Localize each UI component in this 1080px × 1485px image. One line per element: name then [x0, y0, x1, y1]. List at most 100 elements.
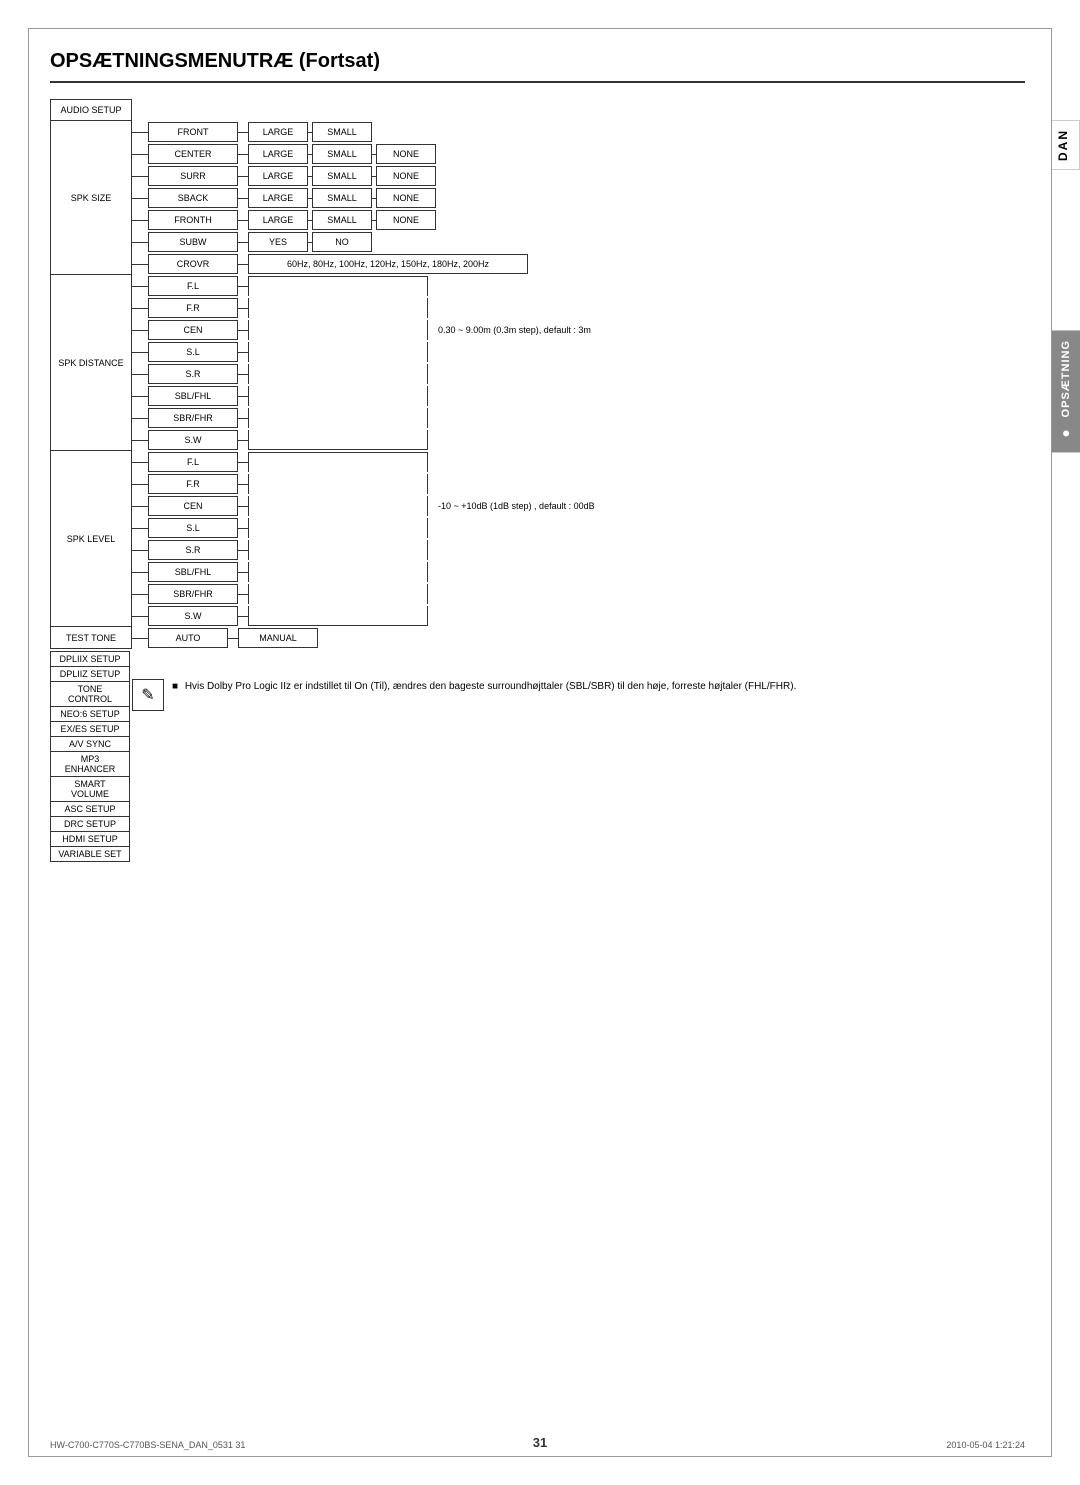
- connector-h2: [238, 286, 248, 287]
- spk-level-sbrfhr-box: SBR/FHR: [148, 584, 238, 604]
- connector-h2: [238, 418, 248, 419]
- spk-center-small: SMALL: [312, 144, 372, 164]
- note-text-line1: ■ Hvis Dolby Pro Logic IIz er indstillet…: [172, 679, 796, 695]
- spk-distance-label: SPK DISTANCE: [50, 275, 132, 451]
- spk-center-large: LARGE: [248, 144, 308, 164]
- connector-h2: [238, 506, 248, 507]
- spk-dist-sblfhl-box: SBL/FHL: [148, 386, 238, 406]
- sidebar-item-hdmi: HDMI SETUP: [50, 832, 130, 847]
- spk-sback-large: LARGE: [248, 188, 308, 208]
- connector-h2: [238, 616, 248, 617]
- spk-size-surr-row: SURR LARGE SMALL NONE: [132, 165, 1025, 187]
- left-sidebar: AUDIO SETUP SPK SIZE SPK DISTANCE SPK LE…: [50, 99, 132, 862]
- spk-level-label: SPK LEVEL: [50, 451, 132, 627]
- connector-h: [238, 154, 248, 155]
- connector-h2: [238, 528, 248, 529]
- footer-right: 2010-05-04 1:21:24: [946, 1440, 1025, 1450]
- connector-h2: [238, 396, 248, 397]
- connector-h: [132, 352, 148, 353]
- spk-center-box: CENTER: [148, 144, 238, 164]
- spk-fronth-large: LARGE: [248, 210, 308, 230]
- dist-note-f3: [248, 320, 428, 340]
- spk-front-small: SMALL: [312, 122, 372, 142]
- spk-size-label: SPK SIZE: [50, 121, 132, 275]
- spk-sback-small: SMALL: [312, 188, 372, 208]
- opsaetning-tab: ● OPSÆTNING: [1052, 330, 1080, 452]
- spk-dist-sw-box: S.W: [148, 430, 238, 450]
- connector-h2: [238, 572, 248, 573]
- connector-h: [132, 440, 148, 441]
- spk-dist-fl-box: F.L: [148, 276, 238, 296]
- connector-h: [132, 330, 148, 331]
- spk-dist-fl-row: F.L: [132, 275, 1025, 297]
- spk-dist-sr-row: S.R: [132, 363, 1025, 385]
- spk-level-sl-box: S.L: [148, 518, 238, 538]
- sidebar-item-avsync: A/V SYNC: [50, 737, 130, 752]
- spk-level-sblfhl-row: SBL/FHL: [132, 561, 1025, 583]
- connector-h2: [238, 374, 248, 375]
- spk-fronth-box: FRONTH: [148, 210, 238, 230]
- spk-level-fr-box: F.R: [148, 474, 238, 494]
- connector-h: [132, 594, 148, 595]
- spk-size-fronth-row: FRONTH LARGE SMALL NONE: [132, 209, 1025, 231]
- spk-dist-sw-row: S.W: [132, 429, 1025, 451]
- spk-dist-cen-row: CEN 0.30 ~ 9.00m (0.3m step), default : …: [132, 319, 1025, 341]
- spk-front-large: LARGE: [248, 122, 308, 142]
- right-diagram: FRONT LARGE SMALL CENTER LARGE SMALL NON…: [132, 99, 1025, 711]
- sidebar-item-variable: VARIABLE SET: [50, 847, 130, 862]
- connector-sback-h: [132, 198, 148, 199]
- spk-level-sw-row: S.W: [132, 605, 1025, 627]
- spk-dist-fr-box: F.R: [148, 298, 238, 318]
- connector-h: [132, 374, 148, 375]
- connector-h: [238, 132, 248, 133]
- spk-level-sr-box: S.R: [148, 540, 238, 560]
- spk-surr-box: SURR: [148, 166, 238, 186]
- connector-h: [238, 220, 248, 221]
- connector-h: [132, 638, 148, 639]
- note-icon: ✎: [132, 679, 164, 711]
- connector-front-h: [132, 132, 148, 133]
- footer-left: HW-C700-C770S-C770BS-SENA_DAN_0531 31: [50, 1440, 245, 1450]
- connector-h2: [238, 330, 248, 331]
- page-border-right: [1051, 28, 1052, 1457]
- connector-h: [132, 286, 148, 287]
- connector-h: [132, 484, 148, 485]
- note-bullet: ■: [172, 681, 178, 692]
- spk-front-box: FRONT: [148, 122, 238, 142]
- level-note-f5: [248, 540, 428, 560]
- connector-fronth-h: [132, 220, 148, 221]
- spk-level-fr-row: F.R: [132, 473, 1025, 495]
- connector-h: [132, 616, 148, 617]
- page-title: OPSÆTNINGSMENUTRÆ (Fortsat): [50, 50, 1025, 83]
- sidebar-item-smartvol: SMART VOLUME: [50, 777, 130, 802]
- connector-h2: [238, 308, 248, 309]
- spk-level-sl-row: S.L: [132, 517, 1025, 539]
- sidebar-item-neo6: NEO:6 SETUP: [50, 707, 130, 722]
- note-text: Hvis Dolby Pro Logic IIz er indstillet t…: [185, 681, 797, 692]
- dist-note-text: 0.30 ~ 9.00m (0.3m step), default : 3m: [438, 325, 591, 335]
- level-note-f4: [248, 518, 428, 538]
- spk-size-crovr-row: CROVR 60Hz, 80Hz, 100Hz, 120Hz, 150Hz, 1…: [132, 253, 1025, 275]
- spk-dist-sl-row: S.L: [132, 341, 1025, 363]
- spk-dist-sbrfhr-row: SBR/FHR: [132, 407, 1025, 429]
- spk-crovr-opts: 60Hz, 80Hz, 100Hz, 120Hz, 150Hz, 180Hz, …: [248, 254, 528, 274]
- connector-h: [132, 550, 148, 551]
- connector-h: [238, 264, 248, 265]
- level-note-f7: [248, 584, 428, 604]
- note-content: ■ Hvis Dolby Pro Logic IIz er indstillet…: [172, 679, 796, 695]
- audio-setup-label: AUDIO SETUP: [50, 99, 132, 121]
- level-note-f3: [248, 496, 428, 516]
- sidebar-item-tone-control: TONE CONTROL: [50, 682, 130, 707]
- sidebar-item-dpliix: DPLIIX SETUP: [50, 651, 130, 667]
- note-icon-symbol: ✎: [141, 685, 154, 705]
- dist-note-f4: [248, 342, 428, 362]
- spk-dist-sr-box: S.R: [148, 364, 238, 384]
- connector-h: [238, 176, 248, 177]
- page-border-top: [28, 28, 1052, 29]
- spk-level-sr-row: S.R: [132, 539, 1025, 561]
- main-content: OPSÆTNINGSMENUTRÆ (Fortsat) AUDIO SETUP …: [50, 50, 1025, 1435]
- test-tone-manual: MANUAL: [238, 628, 318, 648]
- spk-fronth-small: SMALL: [312, 210, 372, 230]
- spk-size-subw-row: SUBW YES NO: [132, 231, 1025, 253]
- spk-sback-none: NONE: [376, 188, 436, 208]
